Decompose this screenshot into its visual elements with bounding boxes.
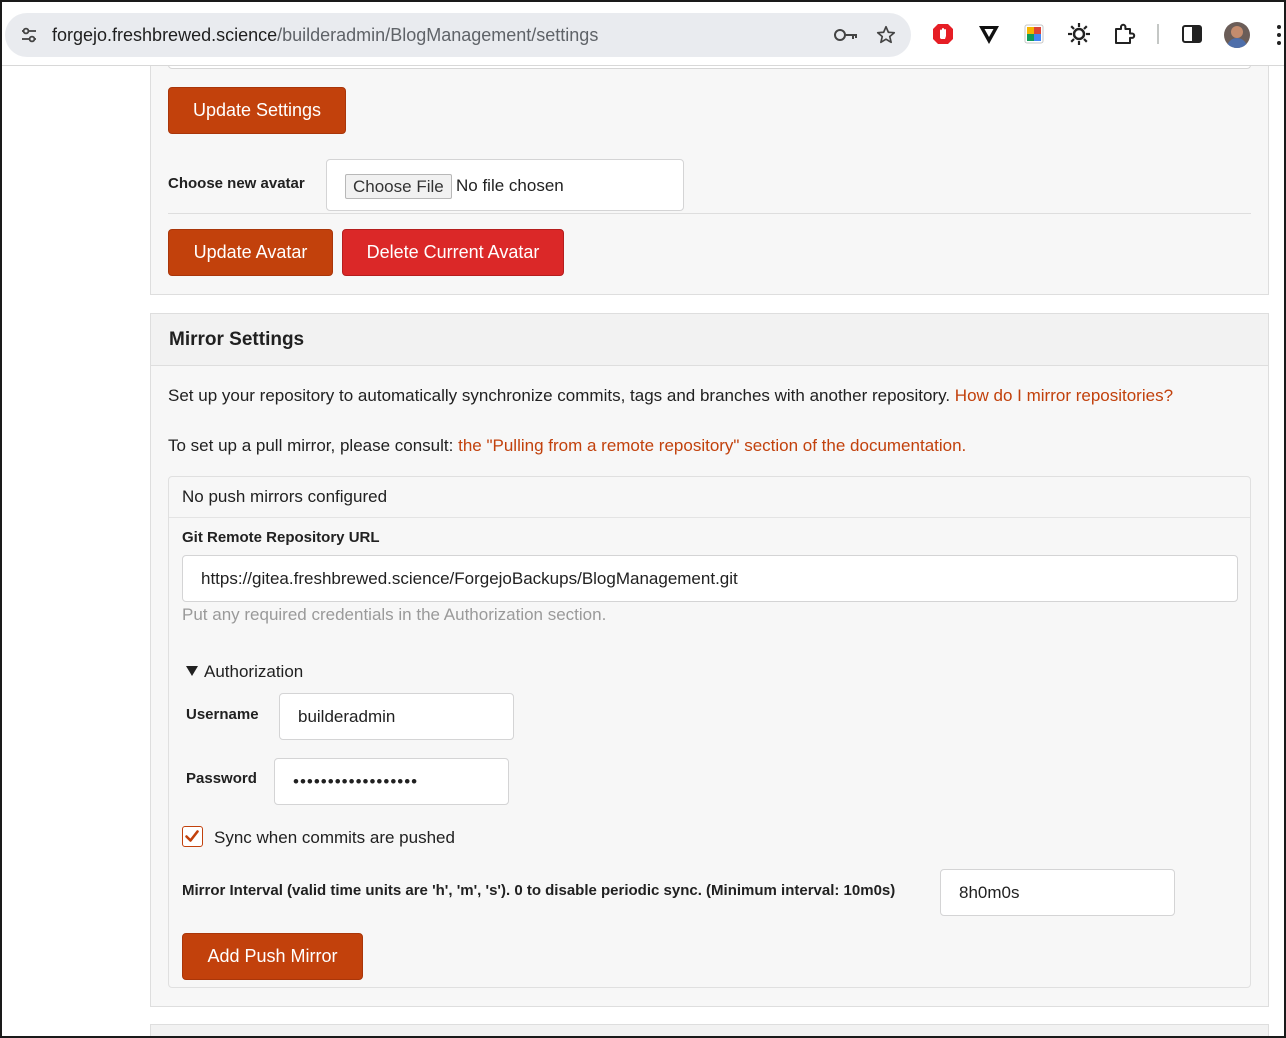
puzzle-icon[interactable]	[1112, 22, 1136, 46]
side-panel-icon[interactable]	[1180, 22, 1204, 46]
authorization-toggle[interactable]: Authorization	[186, 661, 303, 683]
no-push-mirrors-text: No push mirrors configured	[182, 487, 388, 506]
mirror-settings-header: Mirror Settings	[151, 314, 1268, 366]
browser-menu-icon[interactable]	[1276, 22, 1282, 48]
bookmark-star-icon[interactable]	[875, 24, 897, 46]
password-key-icon[interactable]	[833, 25, 859, 45]
address-url[interactable]: forgejo.freshbrewed.science/builderadmin…	[52, 25, 598, 45]
address-bar[interactable]: forgejo.freshbrewed.science/builderadmin…	[5, 13, 911, 57]
push-mirror-list-header: No push mirrors configured	[169, 477, 1250, 518]
sync-on-commit-label[interactable]: Sync when commits are pushed	[214, 827, 455, 849]
username-input[interactable]: builderadmin	[279, 693, 514, 740]
choose-file-button[interactable]: Choose File	[345, 174, 452, 199]
url-path: /builderadmin/BlogManagement/settings	[277, 25, 599, 45]
remote-url-input[interactable]: https://gitea.freshbrewed.science/Forgej…	[182, 555, 1238, 602]
push-mirror-panel: No push mirrors configured Git Remote Re…	[168, 476, 1251, 988]
mirror-interval-label: Mirror Interval (valid time units are 'h…	[182, 882, 896, 899]
profile-avatar[interactable]	[1224, 22, 1250, 48]
browser-toolbar: forgejo.freshbrewed.science/builderadmin…	[0, 0, 1286, 66]
mirror-settings-segment: Mirror Settings Set up your repository t…	[150, 313, 1269, 1007]
repo-settings-segment: Update Settings Choose new avatar Choose…	[150, 66, 1269, 295]
pull-mirror-note: To set up a pull mirror, please consult:…	[168, 435, 966, 457]
mirror-settings-title: Mirror Settings	[169, 329, 305, 350]
update-avatar-button[interactable]: Update Avatar	[168, 229, 333, 276]
color-picker-icon[interactable]	[1022, 22, 1046, 46]
remote-url-help: Put any required credentials in the Auth…	[182, 605, 607, 624]
pull-mirror-text: To set up a pull mirror, please consult:	[168, 436, 454, 455]
segment-divider	[168, 213, 1251, 214]
sun-icon[interactable]	[1067, 22, 1091, 46]
avatar-file-input[interactable]: Choose File No file chosen	[326, 159, 684, 211]
site-settings-icon[interactable]	[19, 25, 39, 45]
mirror-description: Set up your repository to automatically …	[168, 385, 1173, 407]
password-input[interactable]: ••••••••••••••••••	[274, 758, 509, 805]
mirror-interval-input[interactable]: 8h0m0s	[940, 869, 1175, 916]
caret-down-icon	[186, 666, 198, 676]
mirror-description-text: Set up your repository to automatically …	[168, 386, 951, 405]
delete-avatar-button[interactable]: Delete Current Avatar	[342, 229, 564, 276]
previous-field	[168, 66, 1251, 69]
checkmark-icon	[185, 830, 199, 842]
add-push-mirror-button[interactable]: Add Push Mirror	[182, 933, 363, 980]
next-settings-segment	[150, 1024, 1269, 1038]
sync-on-commit-checkbox[interactable]	[182, 826, 203, 847]
password-label: Password	[186, 770, 257, 787]
remote-url-label: Git Remote Repository URL	[182, 529, 380, 546]
file-status: No file chosen	[456, 176, 564, 195]
mirror-help-link[interactable]: How do I mirror repositories?	[955, 386, 1173, 405]
toolbar-separator	[1157, 24, 1159, 44]
choose-avatar-label: Choose new avatar	[168, 175, 305, 192]
pull-mirror-doc-link[interactable]: the "Pulling from a remote repository" s…	[458, 436, 966, 455]
vivaldi-icon[interactable]	[977, 22, 1001, 46]
adblock-icon[interactable]	[931, 22, 955, 46]
url-host: forgejo.freshbrewed.science	[52, 25, 278, 45]
update-settings-button[interactable]: Update Settings	[168, 87, 346, 134]
username-label: Username	[186, 706, 259, 723]
repo-settings-page: Update Settings Choose new avatar Choose…	[0, 66, 1286, 1038]
authorization-label: Authorization	[204, 662, 304, 681]
